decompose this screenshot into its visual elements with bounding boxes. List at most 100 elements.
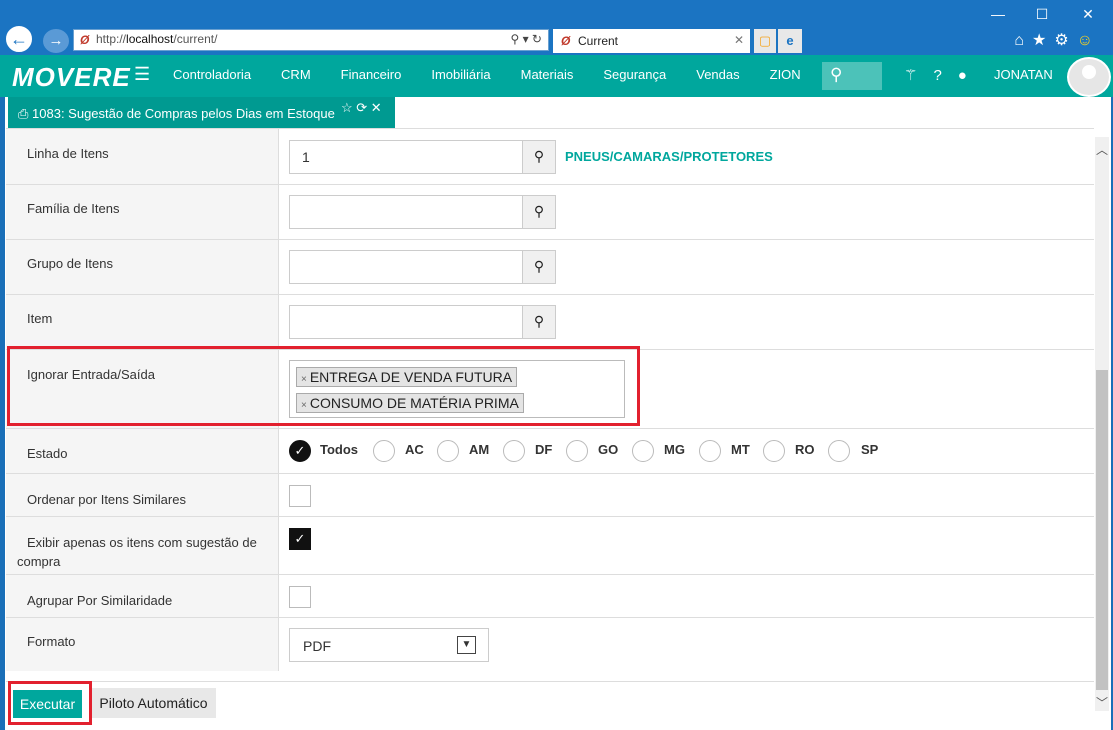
- form-footer: Executar Piloto Automático: [6, 681, 1094, 721]
- form-tab[interactable]: ⎙ 1083: Sugestão de Compras pelos Dias e…: [8, 97, 395, 128]
- star-icon[interactable]: ★: [1032, 32, 1054, 49]
- radio-label-sp[interactable]: SP: [861, 442, 878, 457]
- back-button[interactable]: ←: [4, 24, 34, 54]
- radio-label-ro[interactable]: RO: [795, 442, 815, 457]
- menu-controladoria[interactable]: Controladoria: [173, 67, 251, 82]
- minimize-button[interactable]: —: [983, 6, 1013, 22]
- highlight-executar: [8, 681, 92, 725]
- radio-label-mg[interactable]: MG: [664, 442, 685, 457]
- app-tool-icons: ⚚? ●: [904, 66, 983, 84]
- search-icon: ⚲: [533, 148, 545, 164]
- radio-ac[interactable]: [373, 440, 395, 462]
- form-tab-title: 1083: Sugestão de Compras pelos Dias em …: [32, 106, 335, 121]
- vertical-scrollbar[interactable]: ︿ ﹀: [1095, 137, 1109, 711]
- help-icon[interactable]: ?: [933, 67, 941, 84]
- item-search-button[interactable]: ⚲: [522, 305, 556, 339]
- menu-imobiliaria[interactable]: Imobiliária: [431, 67, 490, 82]
- radio-label-mt[interactable]: MT: [731, 442, 750, 457]
- close-window-button[interactable]: ✕: [1073, 6, 1103, 23]
- row-exibir-apenas: Exibir apenas os itens com sugestão de c…: [6, 517, 1094, 575]
- menu-materiais[interactable]: Materiais: [521, 67, 574, 82]
- arrow-right-icon: →: [48, 32, 64, 49]
- item-input[interactable]: [289, 305, 523, 339]
- main-menu: Controladoria CRM Financeiro Imobiliária…: [173, 67, 831, 82]
- address-tools-icon[interactable]: ⚲ ▾ ↻: [510, 32, 542, 46]
- menu-zion[interactable]: ZION: [770, 67, 801, 82]
- menu-crm[interactable]: CRM: [281, 67, 311, 82]
- smiley-icon[interactable]: ☺: [1077, 32, 1101, 49]
- linha-itens-search-button[interactable]: ⚲: [522, 140, 556, 174]
- menu-financeiro[interactable]: Financeiro: [341, 67, 402, 82]
- menu-seguranca[interactable]: Segurança: [603, 67, 666, 82]
- exibir-apenas-checkbox[interactable]: ✓: [289, 528, 311, 550]
- forward-button[interactable]: →: [43, 29, 69, 53]
- row-ordenar-similares: Ordenar por Itens Similares: [6, 474, 1094, 517]
- menu-vendas[interactable]: Vendas: [696, 67, 739, 82]
- hamburger-menu-icon[interactable]: ☰: [134, 64, 150, 85]
- browser-tab[interactable]: Ø Current ✕: [553, 29, 750, 53]
- row-familia-itens: Família de Itens ⚲: [6, 185, 1094, 240]
- radio-mg[interactable]: [632, 440, 654, 462]
- label-formato: Formato: [6, 618, 279, 671]
- form-tab-actions[interactable]: ☆ ⟳ ✕: [341, 100, 382, 116]
- browser-titlebar: — ☐ ✕ ← → Ø http://localhost/current/ ⚲ …: [0, 0, 1113, 55]
- radio-label-todos[interactable]: Todos: [320, 442, 358, 457]
- label-grupo-itens: Grupo de Itens: [6, 240, 279, 294]
- linha-itens-input[interactable]: 1: [289, 140, 523, 174]
- address-path: /current/: [173, 32, 218, 46]
- print-icon: ⎙: [18, 106, 29, 121]
- search-icon: ⚲: [533, 258, 545, 274]
- address-prefix: http://: [96, 32, 127, 46]
- avatar[interactable]: [1067, 57, 1111, 97]
- radio-sp[interactable]: [828, 440, 850, 462]
- label-exibir-apenas: Exibir apenas os itens com sugestão de: [27, 535, 257, 550]
- label-exibir-apenas-2: compra: [17, 554, 61, 569]
- radio-label-df[interactable]: DF: [535, 442, 552, 457]
- row-estado: Estado ✓ Todos AC AM DF GO MG MT RO SP: [6, 429, 1094, 474]
- piloto-automatico-button[interactable]: Piloto Automático: [91, 688, 216, 718]
- address-bar[interactable]: Ø http://localhost/current/ ⚲ ▾ ↻: [73, 29, 549, 51]
- grupo-itens-input[interactable]: [289, 250, 523, 284]
- maximize-button[interactable]: ☐: [1027, 6, 1057, 23]
- app-logo: MOVERE: [12, 62, 131, 92]
- drop-icon[interactable]: ●: [958, 67, 967, 84]
- radio-label-go[interactable]: GO: [598, 442, 618, 457]
- radio-go[interactable]: [566, 440, 588, 462]
- radio-mt[interactable]: [699, 440, 721, 462]
- familia-itens-search-button[interactable]: ⚲: [522, 195, 556, 229]
- radio-todos[interactable]: ✓: [289, 440, 311, 462]
- scrollbar-thumb[interactable]: [1096, 370, 1108, 690]
- radio-am[interactable]: [437, 440, 459, 462]
- row-formato: Formato PDF ▼: [6, 618, 1094, 671]
- label-item: Item: [6, 295, 279, 349]
- row-item: Item ⚲: [6, 295, 1094, 350]
- address-host: localhost: [126, 32, 174, 46]
- radio-df[interactable]: [503, 440, 525, 462]
- radio-label-am[interactable]: AM: [469, 442, 489, 457]
- user-name[interactable]: JONATAN: [994, 67, 1053, 82]
- familia-itens-input[interactable]: [289, 195, 523, 229]
- radio-ro[interactable]: [763, 440, 785, 462]
- magic-wand-icon[interactable]: ⚚: [904, 67, 917, 84]
- check-icon: ✓: [294, 531, 306, 546]
- chevron-down-icon[interactable]: ▼: [457, 636, 476, 654]
- ie-icon[interactable]: e: [778, 29, 802, 53]
- home-icon[interactable]: ⌂: [1014, 32, 1032, 49]
- formato-select[interactable]: PDF ▼: [289, 628, 489, 662]
- new-tab-icon[interactable]: ▢: [754, 29, 776, 53]
- tab-close-icon[interactable]: ✕: [734, 33, 744, 47]
- gear-icon[interactable]: ⚙: [1054, 32, 1076, 49]
- radio-label-ac[interactable]: AC: [405, 442, 424, 457]
- label-ordenar-similares: Ordenar por Itens Similares: [6, 474, 279, 516]
- ordenar-similares-checkbox[interactable]: [289, 485, 311, 507]
- chevron-up-icon[interactable]: ︿: [1096, 141, 1108, 158]
- app-search-button[interactable]: ⚲: [822, 62, 882, 90]
- label-familia-itens: Família de Itens: [6, 185, 279, 239]
- highlight-ignorar: [7, 346, 640, 426]
- agrupar-checkbox[interactable]: [289, 586, 311, 608]
- row-agrupar: Agrupar Por Similaridade: [6, 575, 1094, 618]
- grupo-itens-search-button[interactable]: ⚲: [522, 250, 556, 284]
- chevron-down-icon[interactable]: ﹀: [1096, 694, 1108, 711]
- formato-selected: PDF: [303, 638, 331, 654]
- linha-itens-lookup: PNEUS/CAMARAS/PROTETORES: [565, 149, 773, 164]
